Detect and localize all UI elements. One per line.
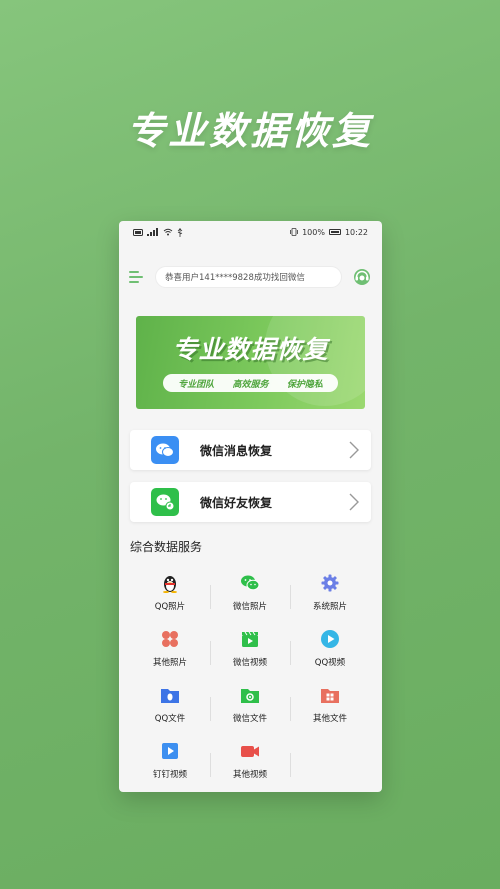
customer-service-icon[interactable] [352, 267, 372, 287]
service-label: 微信文件 [232, 714, 267, 724]
service-label: QQ文件 [154, 714, 186, 724]
service-other-videos[interactable]: 其他视频 [210, 741, 290, 791]
chevron-right-icon [349, 493, 359, 511]
top-bar: 恭喜用户141****9828成功找回微信 [119, 265, 382, 289]
other-folder-icon [321, 689, 339, 703]
phone-screen: 100% 10:22 恭喜用户141****9828成功找回微信 专业数据恢复 … [119, 221, 382, 792]
banner-tag: 高效服务 [232, 379, 269, 390]
service-label: 微信视频 [232, 658, 267, 668]
grid-divider [210, 697, 211, 721]
status-bar: 100% 10:22 [119, 221, 382, 243]
wechat-message-icon [151, 436, 179, 464]
service-label: 其他照片 [152, 658, 187, 668]
qq-penguin-icon [163, 576, 177, 593]
banner-tags: 专业团队 高效服务 保护隐私 [163, 374, 338, 392]
qq-folder-icon [161, 689, 179, 703]
grid-divider [210, 641, 211, 665]
service-label: QQ照片 [154, 602, 186, 612]
grid-divider [290, 585, 291, 609]
video-clap-icon [242, 631, 258, 647]
wechat-message-recovery-card[interactable]: 微信消息恢复 [130, 430, 371, 470]
promo-banner[interactable]: 专业数据恢复 专业团队 高效服务 保护隐私 [136, 316, 365, 409]
menu-icon[interactable] [129, 270, 145, 284]
grid-divider [210, 753, 211, 777]
usb-icon [177, 227, 183, 237]
service-wechat-files[interactable]: 微信文件 [210, 685, 290, 735]
service-system-photos[interactable]: 系统照片 [290, 573, 370, 623]
service-dingtalk-videos[interactable]: 钉钉视频 [130, 741, 210, 791]
card-label: 微信消息恢复 [200, 443, 273, 458]
banner-title: 专业数据恢复 [172, 335, 329, 364]
status-right: 100% 10:22 [290, 228, 368, 237]
wechat-folder-icon [241, 689, 259, 703]
promo-headline: 专业数据恢复 [126, 109, 373, 153]
service-other-photos[interactable]: 其他照片 [130, 629, 210, 679]
wechat-icon [241, 575, 260, 591]
battery-percent: 100% [302, 227, 325, 237]
wifi-icon [163, 228, 173, 236]
grid-divider [290, 697, 291, 721]
service-other-files[interactable]: 其他文件 [290, 685, 370, 735]
section-title: 综合数据服务 [130, 540, 203, 554]
service-wechat-photos[interactable]: 微信照片 [210, 573, 290, 623]
notice-marquee: 恭喜用户141****9828成功找回微信 [155, 266, 342, 288]
grid-divider [290, 753, 291, 777]
service-wechat-videos[interactable]: 微信视频 [210, 629, 290, 679]
chevron-right-icon [349, 441, 359, 459]
gear-icon [321, 574, 339, 592]
dingtalk-video-icon [162, 743, 178, 759]
petals-icon [162, 631, 178, 647]
wechat-friend-icon [151, 488, 179, 516]
banner-tag: 专业团队 [178, 379, 215, 390]
play-circle-icon [321, 630, 339, 648]
vibrate-icon [290, 228, 298, 236]
service-label: 其他视频 [232, 770, 267, 780]
service-label: 钉钉视频 [152, 770, 187, 780]
service-label: QQ视频 [314, 658, 346, 668]
service-qq-files[interactable]: QQ文件 [130, 685, 210, 735]
clock: 10:22 [344, 227, 368, 237]
service-label: 微信照片 [232, 602, 267, 612]
service-label: 系统照片 [312, 602, 347, 612]
grid-divider [290, 641, 291, 665]
service-qq-videos[interactable]: QQ视频 [290, 629, 370, 679]
service-qq-photos[interactable]: QQ照片 [130, 573, 210, 623]
card-label: 微信好友恢复 [200, 495, 273, 510]
status-left [133, 227, 183, 237]
grid-divider [210, 585, 211, 609]
service-label: 其他文件 [312, 714, 347, 724]
banner-tag: 保护隐私 [286, 379, 323, 390]
hd-icon [133, 228, 143, 236]
camera-icon [241, 746, 259, 757]
battery-icon [328, 229, 341, 235]
signal-icon [147, 228, 158, 236]
wechat-friend-recovery-card[interactable]: 微信好友恢复 [130, 482, 371, 522]
